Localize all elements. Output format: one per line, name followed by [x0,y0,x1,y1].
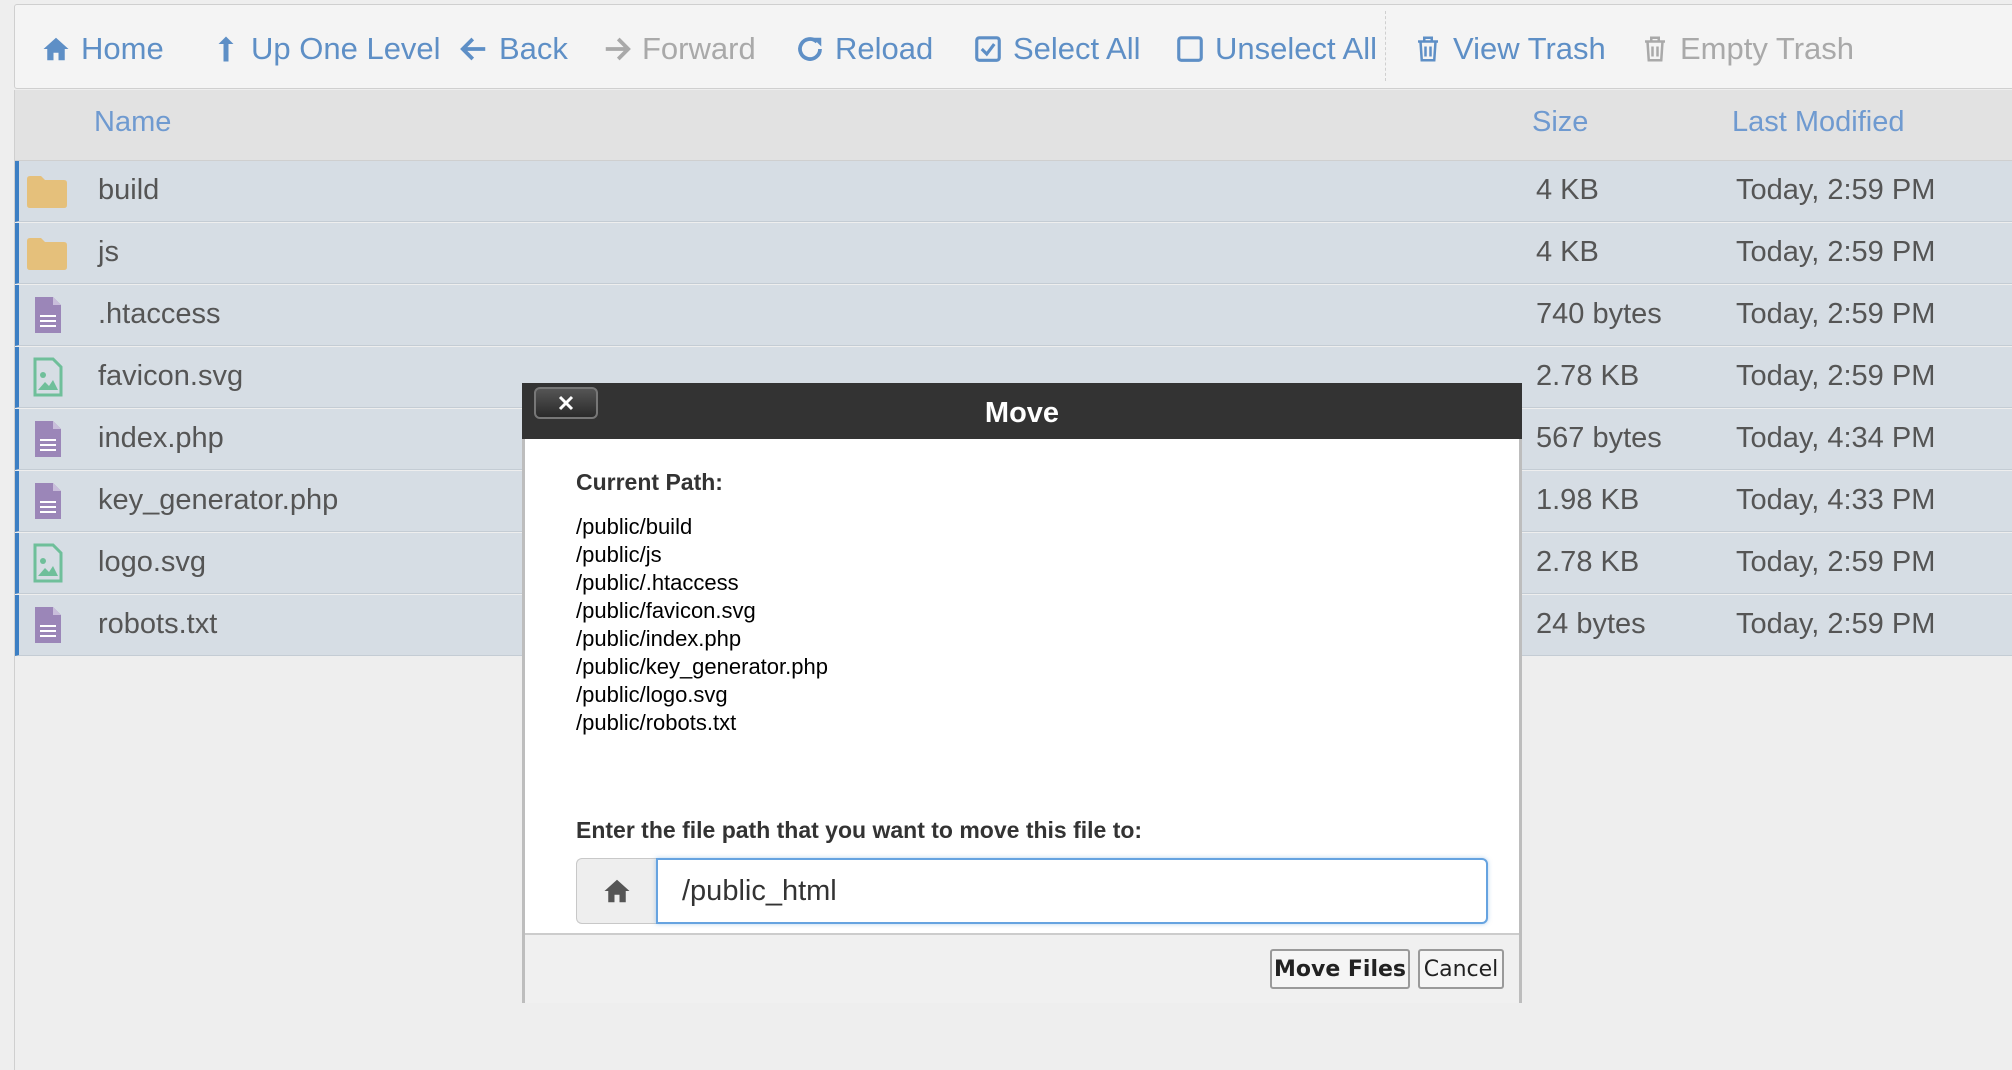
cancel-button[interactable]: Cancel [1418,949,1504,989]
trash-icon [1645,36,1665,62]
file-row[interactable]: .htaccess 740 bytes Today, 2:59 PM [15,285,2012,346]
file-last-modified: Today, 2:59 PM [1736,608,1936,640]
column-header-name[interactable]: Name [94,106,171,139]
destination-path-input[interactable] [656,858,1488,924]
empty-box-icon [1177,36,1203,62]
file-last-modified: Today, 4:33 PM [1736,484,1936,516]
dialog-footer: Move Files Cancel [525,933,1519,1003]
folder-icon [27,238,67,270]
empty-trash-label: Empty Trash [1680,31,1854,66]
current-path-item: /public/.htaccess [576,570,739,595]
file-last-modified: Today, 4:34 PM [1736,422,1936,454]
file-list-header: Name Size Last Modified [15,90,2012,161]
image-file-icon [33,357,63,397]
trash-icon [1418,36,1438,62]
file-size: 2.78 KB [1536,546,1640,578]
back-button[interactable]: Back [459,27,568,71]
current-path-item: /public/favicon.svg [576,598,756,623]
text-file-icon [35,607,61,643]
view-trash-button[interactable]: View Trash [1413,27,1606,71]
file-row[interactable]: build 4 KB Today, 2:59 PM [15,161,2012,222]
close-button[interactable] [534,387,598,419]
unselect-all-label: Unselect All [1215,31,1377,66]
text-file-icon [35,421,61,457]
column-header-last-modified[interactable]: Last Modified [1732,106,1905,139]
file-size: 4 KB [1536,174,1599,206]
folder-icon [27,176,67,208]
file-name: .htaccess [98,298,221,330]
file-last-modified: Today, 2:59 PM [1736,360,1936,392]
current-path-item: /public/js [576,542,662,567]
view-trash-label: View Trash [1453,31,1606,66]
checked-box-icon [975,36,1001,62]
current-path-item: /public/index.php [576,626,742,651]
move-dialog: Move Current Path: /public/build /public… [522,383,1522,1003]
file-name: logo.svg [98,546,207,578]
reload-label: Reload [835,31,934,66]
file-name: build [98,174,160,206]
current-path-list: /public/build /public/js /public/.htacce… [576,513,828,737]
up-one-level-label: Up One Level [251,31,441,66]
column-header-size[interactable]: Size [1532,106,1588,139]
file-row[interactable]: js 4 KB Today, 2:59 PM [15,223,2012,284]
current-path-item: /public/build [576,514,693,539]
file-size: 2.78 KB [1536,360,1640,392]
select-all-label: Select All [1013,31,1141,66]
file-size: 1.98 KB [1536,484,1640,516]
arrow-right-icon [605,37,631,61]
home-label: Home [81,31,164,66]
home-icon [43,37,69,61]
file-last-modified: Today, 2:59 PM [1736,174,1936,206]
dialog-title-bar: Move [522,383,1522,439]
destination-prompt: Enter the file path that you want to mov… [576,817,1143,843]
reload-button[interactable]: Reload [795,27,933,71]
home-button[interactable]: Home [41,27,164,71]
file-name: key_generator.php [98,484,339,516]
file-name: robots.txt [98,608,218,640]
current-path-item: /public/key_generator.php [576,654,828,679]
file-last-modified: Today, 2:59 PM [1736,236,1936,268]
level-up-icon [218,36,234,62]
dialog-body: Current Path: /public/build /public/js /… [525,439,1519,924]
file-size: 4 KB [1536,236,1599,268]
back-label: Back [499,31,568,66]
file-name: favicon.svg [98,360,244,392]
forward-button[interactable]: Forward [602,27,756,71]
file-size: 740 bytes [1536,298,1662,330]
select-all-button[interactable]: Select All [973,27,1141,71]
file-name: index.php [98,422,224,454]
text-file-icon [35,297,61,333]
destination-input-group [576,858,1488,924]
text-file-icon [35,483,61,519]
image-file-icon [33,543,63,583]
up-one-level-button[interactable]: Up One Level [211,27,441,71]
file-name: js [98,236,119,268]
current-path-item: /public/robots.txt [576,710,737,735]
forward-label: Forward [642,31,756,66]
file-size: 567 bytes [1536,422,1662,454]
home-icon [604,879,629,903]
close-icon [558,395,574,411]
file-size: 24 bytes [1536,608,1646,640]
unselect-all-button[interactable]: Unselect All [1175,27,1377,71]
file-last-modified: Today, 2:59 PM [1736,298,1936,330]
move-files-button[interactable]: Move Files [1270,949,1410,989]
toolbar: Home Up One Level Back Forward Reload Se… [14,4,2012,89]
home-addon [576,858,656,924]
arrow-left-icon [460,37,486,61]
dialog-title: Move [984,397,1060,429]
current-path-label: Current Path: [576,469,723,495]
toolbar-separator [1385,11,1386,81]
file-last-modified: Today, 2:59 PM [1736,546,1936,578]
reload-icon [798,37,822,61]
empty-trash-button[interactable]: Empty Trash [1640,27,1854,71]
current-path-item: /public/logo.svg [576,682,728,707]
